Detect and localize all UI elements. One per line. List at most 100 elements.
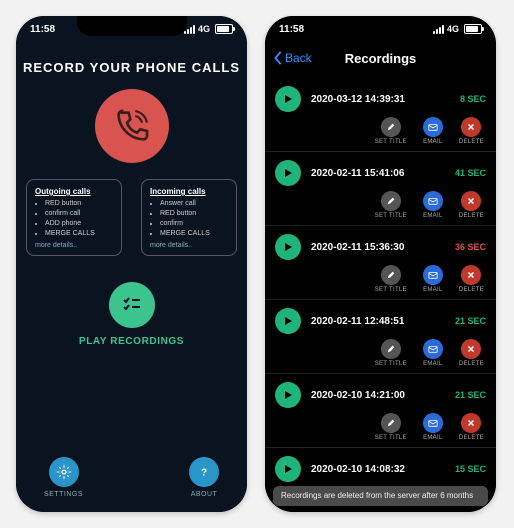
text: ADD phone [45, 219, 113, 229]
recording-duration: 15 SEC [455, 464, 486, 474]
set-title-button[interactable]: SET TITLE [375, 413, 407, 441]
close-icon [461, 265, 481, 285]
battery-icon [464, 24, 482, 34]
pencil-icon [381, 191, 401, 211]
recording-title: 2020-02-10 14:21:00 [311, 390, 445, 401]
delete-button[interactable]: DELETE [459, 191, 484, 219]
mail-icon [423, 265, 443, 285]
recording-row: 2020-02-11 12:48:5121 SECSET TITLEEMAILD… [265, 300, 496, 374]
text: confirm call [45, 209, 113, 219]
question-icon: ? [196, 464, 212, 480]
network-label: 4G [447, 24, 459, 34]
page-title: RECORD YOUR PHONE CALLS [23, 60, 240, 75]
recording-duration: 8 SEC [460, 94, 486, 104]
action-label: EMAIL [423, 213, 443, 219]
text: RED button [160, 209, 228, 219]
text: MERGE CALLS [160, 229, 228, 239]
play-button[interactable] [275, 382, 301, 408]
recording-row: 2020-02-11 15:36:30 36 SEC SET TITLE EMAIL D… [265, 226, 496, 300]
settings-button[interactable]: SETTINGS [44, 457, 83, 498]
recording-row: 2020-03-12 14:39:31 8 SEC SET TITLE EMAIL DE… [265, 78, 496, 152]
more-link[interactable]: more details.. [35, 241, 113, 251]
pencil-icon [381, 413, 401, 433]
email-button[interactable]: EMAIL [423, 117, 443, 145]
delete-button[interactable]: DELETE [459, 339, 484, 367]
incoming-heading: Incoming calls [150, 186, 228, 197]
action-label: DELETE [459, 435, 484, 441]
checklist-icon [120, 293, 144, 317]
about-button[interactable]: ? ABOUT [189, 457, 219, 498]
record-button[interactable] [95, 89, 169, 163]
outgoing-callout[interactable]: Outgoing calls RED button confirm call A… [26, 179, 122, 256]
play-button[interactable] [275, 234, 301, 260]
text: confirm [160, 219, 228, 229]
more-link[interactable]: more details.. [150, 241, 228, 251]
recordings-list[interactable]: 2020-03-12 14:39:31 8 SEC SET TITLE EMAIL DE… [265, 78, 496, 486]
pencil-icon [381, 117, 401, 137]
text: Answer call [160, 199, 228, 209]
nav-bar: Back Recordings [265, 42, 496, 74]
recording-duration: 21 SEC [455, 390, 486, 400]
action-label: SET TITLE [375, 139, 407, 145]
action-label: SET TITLE [375, 361, 407, 367]
recording-row: 2020-02-11 15:41:06 41 SEC SET TITLE EMAIL D… [265, 152, 496, 226]
action-label: SET TITLE [375, 287, 407, 293]
svg-text:?: ? [201, 467, 207, 478]
notch [77, 16, 187, 36]
gear-icon [56, 464, 72, 480]
email-button[interactable]: EMAIL [423, 339, 443, 367]
recording-row: 2020-02-10 14:08:3215 SECSET TITLEEMAILD… [265, 448, 496, 486]
email-button[interactable]: EMAIL [423, 191, 443, 219]
action-label: SET TITLE [375, 435, 407, 441]
set-title-button[interactable]: SET TITLE [375, 265, 407, 293]
back-label: Back [285, 51, 312, 65]
play-recordings-button[interactable] [109, 282, 155, 328]
recording-row: 2020-02-10 14:21:00 21 SEC SET TITLE EMAIL D… [265, 374, 496, 448]
play-button[interactable] [275, 160, 301, 186]
play-button[interactable] [275, 456, 301, 482]
text: RED button [45, 199, 113, 209]
about-label: ABOUT [191, 491, 218, 498]
action-label: DELETE [459, 139, 484, 145]
recording-title: 2020-03-12 14:39:31 [311, 94, 450, 105]
chevron-left-icon [273, 51, 283, 65]
set-title-button[interactable]: SET TITLE [375, 191, 407, 219]
recording-duration: 36 SEC [455, 242, 486, 252]
recording-title: 2020-02-11 12:48:51 [311, 316, 445, 327]
close-icon [461, 413, 481, 433]
recording-title: 2020-02-10 14:08:32 [311, 464, 445, 475]
play-button[interactable] [275, 86, 301, 112]
action-label: EMAIL [423, 139, 443, 145]
close-icon [461, 191, 481, 211]
pencil-icon [381, 339, 401, 359]
back-button[interactable]: Back [273, 51, 312, 65]
incoming-callout[interactable]: Incoming calls Answer call RED button co… [141, 179, 237, 256]
close-icon [461, 339, 481, 359]
outgoing-heading: Outgoing calls [35, 186, 113, 197]
text: MERGE CALLS [45, 229, 113, 239]
close-icon [461, 117, 481, 137]
action-label: DELETE [459, 287, 484, 293]
delete-button[interactable]: DELETE [459, 413, 484, 441]
battery-icon [215, 24, 233, 34]
network-label: 4G [198, 24, 210, 34]
phone-icon [112, 106, 152, 146]
delete-button[interactable]: DELETE [459, 117, 484, 145]
delete-button[interactable]: DELETE [459, 265, 484, 293]
recording-title: 2020-02-11 15:41:06 [311, 168, 445, 179]
mail-icon [423, 339, 443, 359]
play-button[interactable] [275, 308, 301, 334]
status-time: 11:58 [279, 24, 304, 35]
phone-screen-recordings: 11:58 4G Back Recordings 2020-03-12 14:3… [265, 16, 496, 512]
action-label: EMAIL [423, 287, 443, 293]
recording-duration: 41 SEC [455, 168, 486, 178]
mail-icon [423, 191, 443, 211]
email-button[interactable]: EMAIL [423, 413, 443, 441]
action-label: DELETE [459, 361, 484, 367]
email-button[interactable]: EMAIL [423, 265, 443, 293]
recording-title: 2020-02-11 15:36:30 [311, 242, 445, 253]
status-time: 11:58 [30, 24, 55, 35]
set-title-button[interactable]: SET TITLE [375, 117, 407, 145]
phone-screen-home: 11:58 4G RECORD YOUR PHONE CALLS Outgoin… [16, 16, 247, 512]
set-title-button[interactable]: SET TITLE [375, 339, 407, 367]
